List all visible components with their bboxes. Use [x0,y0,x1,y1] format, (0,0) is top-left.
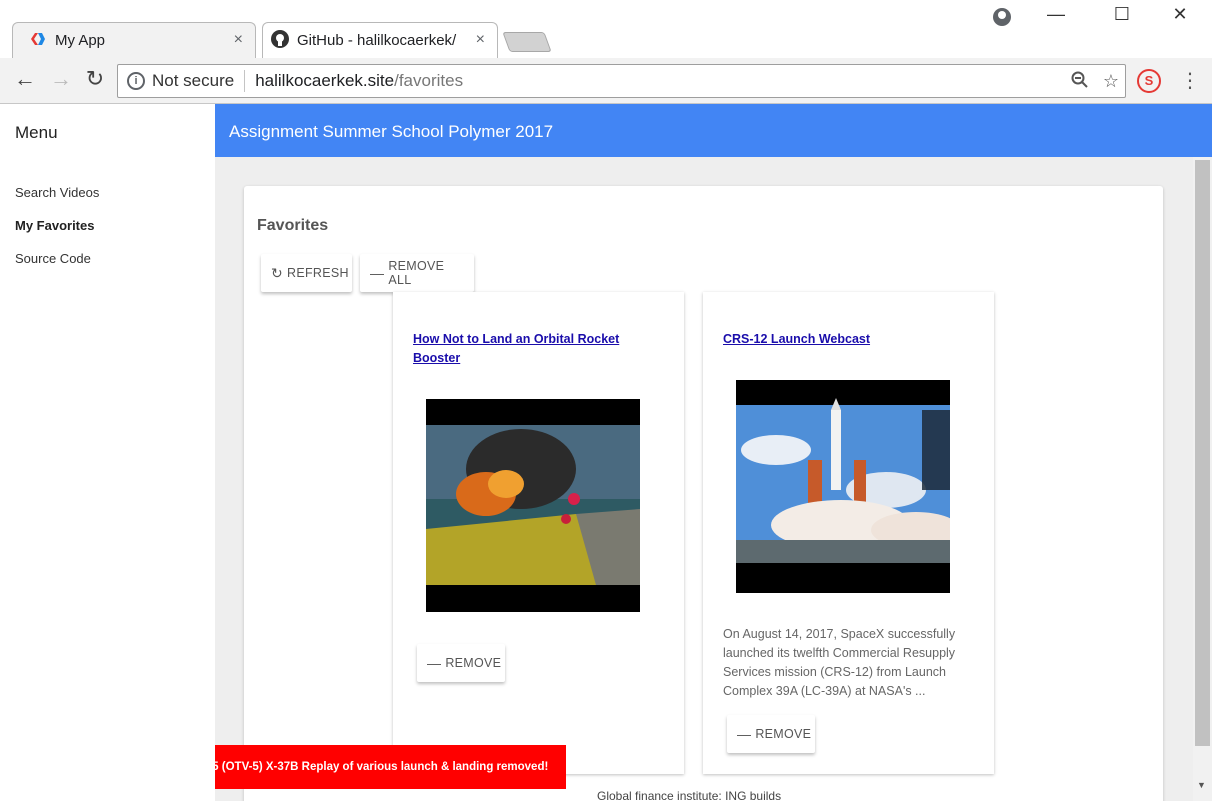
polymer-logo-icon [29,32,47,50]
close-tab-icon[interactable]: × [234,31,243,49]
url-host: halilkocaerkek.site [255,71,395,90]
remove-button[interactable]: — REMOVE [417,644,505,682]
minus-icon: — [427,655,442,671]
url-path: /favorites [394,71,464,90]
minimize-icon[interactable]: — [1036,4,1076,25]
star-icon[interactable]: ☆ [1103,71,1119,94]
partial-text: Global finance institute: ING builds [597,789,782,801]
browser-toolbar: ← → ↻ i Not secure halilkocaerkek.site/f… [0,58,1212,104]
video-thumbnail[interactable] [426,399,640,612]
menu-dots-icon[interactable]: ⋮ [1180,68,1200,93]
minus-icon: — [737,726,752,742]
video-card: How Not to Land an Orbital Rocket Booste… [393,292,684,774]
back-arrow-icon[interactable]: ← [11,66,39,92]
refresh-label: REFRESH [287,266,349,280]
sidebar-item-source-code[interactable]: Source Code [15,251,91,266]
security-label: Not secure [152,71,235,90]
new-tab-button[interactable] [502,32,552,52]
tab-title: My App [55,32,106,49]
extension-icon[interactable]: S [1137,69,1161,93]
info-icon[interactable]: i [127,72,145,90]
main-content: Favorites ↻ REFRESH — REMOVE ALL How Not… [215,157,1193,801]
remove-button[interactable]: — REMOVE [727,715,815,753]
maximize-icon[interactable]: ☐ [1102,4,1142,25]
video-description: On August 14, 2017, SpaceX successfully … [723,627,956,698]
tab-my-app[interactable]: My App × [12,22,256,58]
toast-notification: cle 5 (OTV-5) X-37B Replay of various la… [215,745,566,789]
forward-arrow-icon[interactable]: → [47,66,75,92]
page-title: Assignment Summer School Polymer 2017 [229,122,554,141]
zoom-icon[interactable] [1071,71,1089,94]
remove-all-button[interactable]: — REMOVE ALL [360,254,474,292]
app-header: Assignment Summer School Polymer 2017 [215,104,1212,157]
tab-title: GitHub - halilkocaerkek/i [297,32,457,49]
reload-icon[interactable]: ↻ [81,66,109,92]
address-bar[interactable]: i Not secure halilkocaerkek.site/favorit… [117,64,1126,98]
video-title-link[interactable]: CRS-12 Launch Webcast [723,330,953,349]
close-tab-icon[interactable]: × [476,31,485,49]
refresh-icon: ↻ [271,264,284,281]
sidebar-item-my-favorites[interactable]: My Favorites [15,218,94,233]
tab-github[interactable]: GitHub - halilkocaerkek/i × [262,22,498,58]
remove-label: REMOVE [755,727,812,741]
remove-all-label: REMOVE ALL [388,259,445,287]
video-title-link[interactable]: How Not to Land an Orbital Rocket Booste… [413,330,643,368]
minus-icon: — [370,265,385,281]
video-card: CRS-12 Launch Webcast On August 14, 2017… [703,292,994,774]
sidebar: Menu Search Videos My Favorites Source C… [0,104,215,801]
refresh-button[interactable]: ↻ REFRESH [261,254,352,292]
browser-titlebar: My App × GitHub - halilkocaerkek/i × — ☐… [0,0,1212,58]
scrollbar-thumb[interactable] [1195,160,1210,746]
github-icon [271,29,289,52]
remove-label: REMOVE [445,656,502,670]
toast-message: cle 5 (OTV-5) X-37B Replay of various la… [215,761,549,773]
divider [244,70,246,92]
favorites-title: Favorites [257,217,329,234]
favorites-card: Favorites ↻ REFRESH — REMOVE ALL How Not… [244,186,1163,801]
profile-icon[interactable] [993,8,1011,26]
sidebar-item-search-videos[interactable]: Search Videos [15,185,99,200]
video-thumbnail[interactable] [736,380,950,593]
close-window-icon[interactable]: ✕ [1160,4,1200,25]
scroll-down-arrow-icon[interactable]: ▼ [1197,780,1206,790]
sidebar-title: Menu [15,123,58,142]
